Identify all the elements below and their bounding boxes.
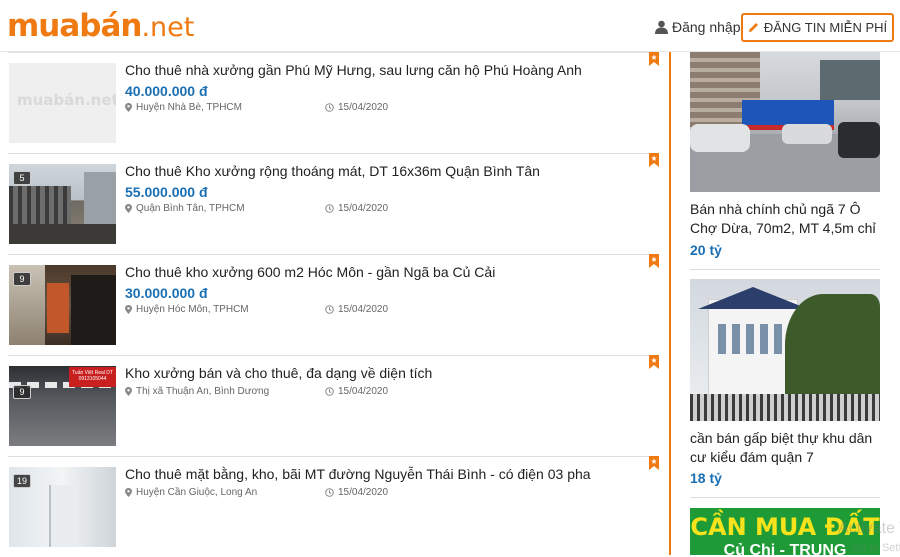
featured-price: 18 tỷ [690, 470, 722, 486]
login-link[interactable]: Đăng nhập [655, 19, 741, 35]
listing-date: 15/04/2020 [325, 203, 388, 214]
listing-location: Huyện Hóc Môn, TPHCM [125, 304, 249, 315]
login-label: Đăng nhập [672, 19, 741, 35]
post-ad-button[interactable]: ĐĂNG TIN MIỄN PHÍ [741, 13, 894, 42]
featured-title[interactable]: Bán nhà chính chủ ngã 7 Ô Chợ Dừa, 70m2,… [690, 200, 880, 238]
listing-thumbnail[interactable]: 5 [9, 164, 116, 244]
location-text: Thị xã Thuận An, Bình Dương [136, 386, 270, 397]
clock-icon [325, 204, 334, 213]
location-text: Quận Bình Tân, TPHCM [136, 203, 245, 214]
date-text: 15/04/2020 [338, 102, 389, 113]
date-text: 15/04/2020 [338, 304, 389, 315]
featured-photo[interactable] [690, 279, 880, 421]
listing-item[interactable]: 5 Cho thuê Kho xưởng rộng thoáng mát, DT… [0, 153, 660, 254]
location-text: Huyện Cần Giuộc, Long An [136, 487, 258, 498]
listing-date: 15/04/2020 [325, 487, 388, 498]
clock-icon [325, 488, 334, 497]
sidebar-divider [690, 269, 880, 270]
listing-price: 30.000.000 đ [125, 285, 208, 301]
date-text: 15/04/2020 [338, 386, 389, 397]
site-logo[interactable]: muabán.net [7, 6, 194, 48]
listing-thumbnail[interactable]: muabán.net [9, 63, 116, 143]
listing-location: Huyện Cần Giuộc, Long An [125, 487, 257, 498]
sidebar-divider [690, 497, 880, 498]
listing-item[interactable]: Tuấn Việt Real DT 0913105044 9 Kho xưởng… [0, 355, 660, 456]
listing-title[interactable]: Cho thuê nhà xưởng gần Phú Mỹ Hưng, sau … [125, 62, 582, 78]
listing-price: 55.000.000 đ [125, 184, 208, 200]
listing-divider [8, 456, 656, 457]
logo-brand: muabán [7, 8, 142, 44]
date-text: 15/04/2020 [338, 487, 389, 498]
bookmark-icon[interactable] [649, 254, 659, 268]
clock-icon [325, 103, 334, 112]
listing-date: 15/04/2020 [325, 304, 388, 315]
date-text: 15/04/2020 [338, 203, 389, 214]
location-text: Huyện Hóc Môn, TPHCM [136, 304, 249, 315]
photo-count-badge: 19 [13, 474, 31, 488]
bookmark-icon[interactable] [649, 456, 659, 470]
post-ad-label: ĐĂNG TIN MIỄN PHÍ [763, 20, 888, 35]
listing-title[interactable]: Cho thuê kho xưởng 600 m2 Hóc Môn - gần … [125, 264, 495, 280]
featured-photo[interactable] [690, 52, 880, 192]
listing-divider [8, 153, 656, 154]
bookmark-icon[interactable] [649, 355, 659, 369]
photo-count-badge: 9 [13, 385, 31, 399]
location-text: Huyện Nhà Bè, TPHCM [136, 102, 242, 113]
pencil-icon [748, 23, 758, 32]
logo-tld: .net [141, 12, 195, 43]
featured-sidebar: Bán nhà chính chủ ngã 7 Ô Chợ Dừa, 70m2,… [669, 52, 900, 555]
listing-divider [8, 254, 656, 255]
listing-title[interactable]: Kho xưởng bán và cho thuê, đa dạng về di… [125, 365, 432, 381]
listing-item[interactable]: 9 Cho thuê kho xưởng 600 m2 Hóc Môn - gầ… [0, 254, 660, 355]
map-pin-icon [125, 387, 132, 396]
site-header: muabán.net Đăng nhập ĐĂNG TIN MIỄN PHÍ [0, 0, 900, 50]
placeholder-logo: muabán.net [17, 91, 116, 109]
bookmark-icon[interactable] [649, 52, 659, 66]
listing-divider [8, 52, 656, 53]
user-icon [655, 20, 668, 34]
clock-icon [325, 305, 334, 314]
listing-title[interactable]: Cho thuê Kho xưởng rộng thoáng mát, DT 1… [125, 163, 540, 179]
listing-location: Huyện Nhà Bè, TPHCM [125, 102, 242, 113]
featured-price: 20 tỷ [690, 242, 722, 258]
activation-watermark-sub: Go to Settings [852, 542, 900, 554]
listing-item[interactable]: muabán.net Cho thuê nhà xưởng gần Phú Mỹ… [0, 52, 660, 153]
listing-date: 15/04/2020 [325, 386, 388, 397]
listing-title[interactable]: Cho thuê mặt bằng, kho, bãi MT đường Ngu… [125, 466, 591, 482]
featured-title[interactable]: cần bán gấp biệt thự khu dân cư kiểu đám… [690, 429, 880, 467]
map-pin-icon [125, 204, 132, 213]
listing-price: 40.000.000 đ [125, 83, 208, 99]
map-pin-icon [125, 488, 132, 497]
listing-thumbnail[interactable]: 19 [9, 467, 116, 547]
map-pin-icon [125, 305, 132, 314]
photo-banner: Tuấn Việt Real DT 0913105044 [69, 367, 116, 387]
listing-thumbnail[interactable]: Tuấn Việt Real DT 0913105044 9 [9, 366, 116, 446]
listing-location: Quận Bình Tân, TPHCM [125, 203, 245, 214]
listing-thumbnail[interactable]: 9 [9, 265, 116, 345]
photo-count-badge: 5 [13, 171, 31, 185]
activation-watermark: Activate Win [838, 520, 900, 537]
listing-date: 15/04/2020 [325, 102, 388, 113]
photo-count-badge: 9 [13, 272, 31, 286]
listing-location: Thị xã Thuận An, Bình Dương [125, 386, 269, 397]
map-pin-icon [125, 103, 132, 112]
listing-item[interactable]: 19 Cho thuê mặt bằng, kho, bãi MT đường … [0, 456, 660, 557]
bookmark-icon[interactable] [649, 153, 659, 167]
listing-divider [8, 355, 656, 356]
clock-icon [325, 387, 334, 396]
